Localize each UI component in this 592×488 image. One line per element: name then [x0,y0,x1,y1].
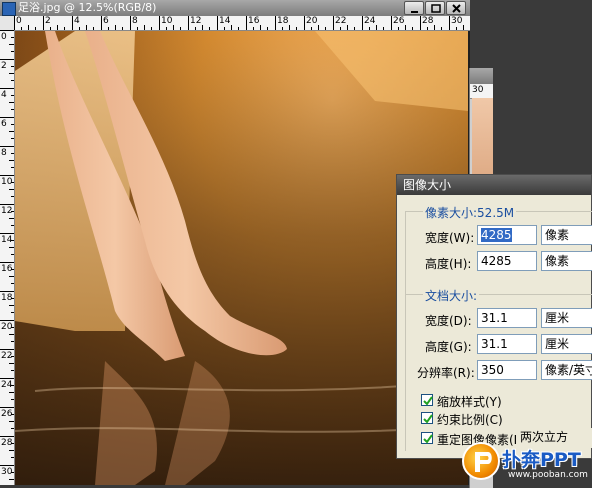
ruler-label: 22 [1,351,13,361]
dialog-title[interactable]: 图像大小 [397,175,591,195]
ruler-label: 24 [1,380,13,390]
pixel-width-input[interactable]: 4285 [477,225,537,245]
doc-width-input[interactable]: 31.1 [477,308,537,328]
ruler-label: 20 [306,16,318,26]
pooban-logo-icon [462,442,500,480]
pixel-height-label: 高度(H): [425,257,472,271]
second-window-title-bar[interactable] [470,68,493,84]
pixel-width-label: 宽度(W): [425,231,475,245]
ruler-label: 30 [472,85,484,95]
ruler-label: 0 [1,32,7,42]
ruler-label: 8 [1,148,7,158]
ruler-label: 14 [1,235,13,245]
doc-height-label: 高度(G): [425,340,472,354]
constrain-proportions-checkbox[interactable] [421,412,433,424]
document-title-bar[interactable]: 足浴.jpg @ 12.5%(RGB/8) [0,0,470,16]
ruler-label: 16 [1,264,13,274]
ruler-label: 0 [16,16,22,26]
horizontal-ruler[interactable]: 0 2 4 6 8 10 12 14 16 18 20 22 24 26 28 … [14,16,470,31]
watermark-logo: 扑奔PPT www.pooban.com [458,442,592,485]
ruler-label: 26 [393,16,405,26]
ruler-label: 28 [1,438,13,448]
ruler-label: 28 [422,16,434,26]
photoshop-document-icon [2,2,16,16]
pixel-dimensions-label: 像素大小:52.5M [423,204,517,221]
ruler-label: 24 [364,16,376,26]
document-title: 足浴.jpg @ 12.5%(RGB/8) [18,1,157,14]
ruler-label: 12 [190,16,202,26]
doc-height-input[interactable]: 31.1 [477,334,537,354]
ruler-label: 20 [1,322,13,332]
resolution-input[interactable]: 350 [477,360,537,380]
pixel-width-unit-select[interactable]: 像素 [541,225,592,245]
ruler-label: 6 [1,119,7,129]
ruler-label: 12 [1,206,13,216]
scale-styles-checkbox[interactable] [421,394,433,406]
pixel-height-unit-select[interactable]: 像素 [541,251,592,271]
ruler-label: 2 [1,61,7,71]
ruler-label: 2 [45,16,51,26]
ruler-label: 22 [335,16,347,26]
ruler-label: 30 [1,467,13,477]
second-window-ruler: 30 [470,84,493,99]
ruler-label: 14 [219,16,231,26]
resolution-unit-select[interactable]: 像素/英寸 [541,360,592,380]
image-size-dialog: 图像大小 像素大小:52.5M 宽度(W): 4285 像素 高度(H): 42… [396,174,592,459]
maximize-button[interactable] [425,1,445,15]
constrain-proportions-label: 约束比例(C) [437,413,503,427]
ruler-label: 18 [1,293,13,303]
ruler-label: 16 [248,16,260,26]
ruler-label: 18 [277,16,289,26]
ruler-label: 10 [1,177,13,187]
ruler-label: 26 [1,409,13,419]
doc-width-unit-select[interactable]: 厘米 [541,308,592,328]
pixel-width-value: 4285 [481,228,512,242]
pixel-height-input[interactable]: 4285 [477,251,537,271]
watermark-url: www.pooban.com [508,470,588,480]
close-button[interactable] [446,1,466,15]
document-size-label: 文档大小: [423,287,480,304]
doc-height-unit-select[interactable]: 厘米 [541,334,592,354]
ruler-label: 10 [161,16,173,26]
checkmark-icon [423,414,433,424]
minimize-button[interactable] [404,1,424,15]
doc-width-label: 宽度(D): [425,314,472,328]
checkmark-icon [423,396,433,406]
ruler-label: 4 [74,16,80,26]
ruler-label: 30 [451,16,463,26]
vertical-ruler[interactable]: 0 2 4 6 8 10 12 14 16 18 20 22 24 26 28 … [0,30,15,485]
watermark-brand: 扑奔PPT [502,449,581,471]
ruler-label: 8 [132,16,138,26]
resample-image-checkbox[interactable] [421,432,433,444]
scale-styles-label: 缩放样式(Y) [437,395,502,409]
checkmark-icon [423,434,433,444]
resolution-label: 分辨率(R): [417,366,475,380]
ruler-label: 6 [103,16,109,26]
ruler-label: 4 [1,90,7,100]
workspace-background [492,0,592,175]
ruler-origin[interactable] [0,16,15,31]
